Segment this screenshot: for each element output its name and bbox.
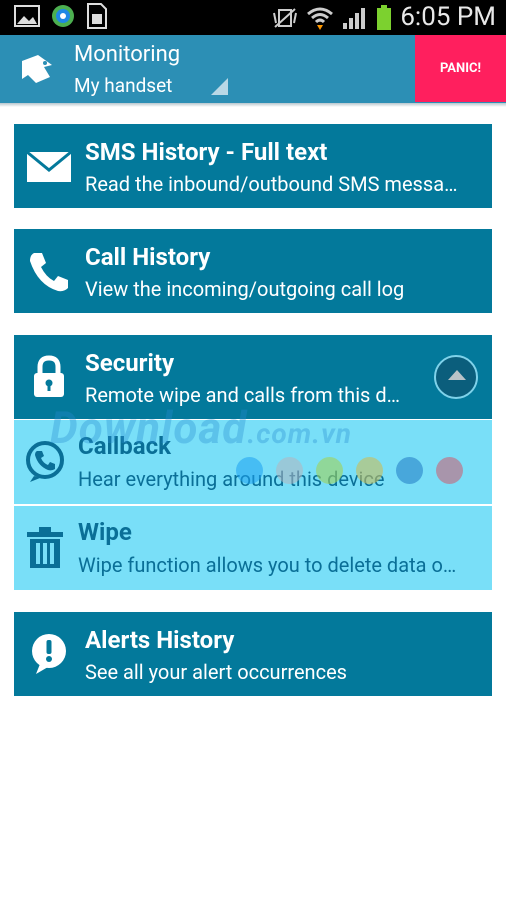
app-logo-icon[interactable] [18, 49, 58, 89]
callback-phone-icon [26, 441, 64, 482]
device-selector[interactable]: My handset [74, 74, 172, 97]
item-title: Wipe [78, 518, 132, 546]
image-icon [14, 5, 40, 27]
item-description: View the incoming/outgoing call log [85, 277, 405, 301]
security-item[interactable]: Security Remote wipe and calls from this… [14, 335, 492, 419]
collapse-button[interactable] [434, 355, 478, 399]
sms-history-item[interactable]: SMS History - Full text Read the inbound… [14, 124, 492, 208]
app-title: Monitoring [74, 42, 181, 67]
clock: 6:05 PM [400, 2, 496, 32]
watermark-dot [236, 457, 263, 484]
item-title: Alerts History [85, 626, 235, 654]
signal-icon [343, 7, 366, 29]
watermark-dot [396, 457, 423, 484]
vibrate-mute-icon [273, 7, 298, 28]
item-description: Remote wipe and calls from this d… [85, 383, 400, 407]
phone-icon [30, 253, 68, 292]
dropdown-corner-icon[interactable] [211, 78, 228, 95]
trash-icon [27, 527, 63, 568]
status-bar: 6:05 PM [0, 0, 506, 35]
panic-button[interactable]: PANIC! [415, 35, 506, 102]
watermark-dots [236, 457, 463, 484]
lock-icon [34, 355, 64, 397]
envelope-icon [26, 150, 72, 182]
item-title: Callback [78, 432, 171, 460]
watermark-dot [356, 457, 383, 484]
alert-icon [32, 634, 66, 674]
watermark-dot [316, 457, 343, 484]
watermark-dot [436, 457, 463, 484]
action-bar-shadow [0, 103, 506, 107]
alerts-history-item[interactable]: Alerts History See all your alert occurr… [14, 612, 492, 696]
sync-icon [52, 5, 74, 27]
call-history-item[interactable]: Call History View the incoming/outgoing … [14, 229, 492, 313]
wipe-item[interactable]: Wipe Wipe function allows you to delete … [14, 506, 492, 590]
item-title: Call History [85, 243, 211, 271]
item-title: Security [85, 349, 175, 377]
item-title: SMS History - Full text [85, 138, 328, 166]
chevron-up-icon [448, 370, 466, 380]
item-description: Read the inbound/outbound SMS messa… [85, 172, 458, 196]
watermark-dot [276, 457, 303, 484]
sim-card-icon [87, 3, 107, 29]
battery-icon [377, 4, 392, 30]
item-description: Wipe function allows you to delete data … [78, 553, 457, 577]
wifi-icon [307, 7, 334, 30]
item-description: See all your alert occurrences [85, 660, 348, 684]
